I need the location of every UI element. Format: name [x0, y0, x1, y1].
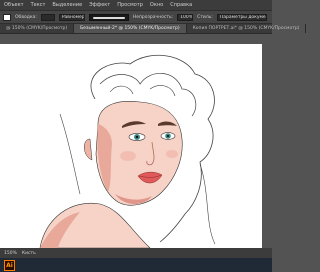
- canvas-area[interactable]: [0, 34, 272, 248]
- tab-doc-2[interactable]: Безымянный-2* @ 150% (CMYK/Просмотр): [74, 24, 187, 33]
- opacity-field[interactable]: 100%: [177, 13, 194, 21]
- fill-swatch[interactable]: [3, 13, 11, 21]
- taskbar: [0, 258, 272, 272]
- document-setup-button[interactable]: Параметры документа: [216, 13, 267, 21]
- document-tabs: @ 150% (CMYK/Просмотр) Безымянный-2* @ 1…: [0, 24, 307, 34]
- current-tool: Кисть: [21, 250, 36, 256]
- menu-item-object[interactable]: Объект: [4, 2, 24, 8]
- zoom-level[interactable]: 150%: [4, 251, 17, 256]
- tab-doc-1[interactable]: @ 150% (CMYK/Просмотр): [0, 24, 75, 33]
- menu-item-help[interactable]: Справка: [170, 2, 192, 8]
- status-bar: 150% Кисть: [0, 248, 272, 258]
- control-bar: Обводка: Равномерный Непрозрачность: 100…: [0, 10, 272, 24]
- brush-preview[interactable]: [88, 13, 129, 21]
- stroke-profile-select[interactable]: Равномерный: [58, 13, 85, 21]
- tab-doc-3[interactable]: Копия ПОРТРЕТ.ai* @ 150% (CMYK/Просмотр): [187, 24, 307, 33]
- menu-item-text[interactable]: Текст: [31, 2, 46, 8]
- menu-item-view[interactable]: Просмотр: [117, 2, 143, 8]
- artboard[interactable]: [0, 44, 262, 248]
- style-label[interactable]: Стиль:: [197, 15, 213, 20]
- opacity-label: Непрозрачность:: [132, 14, 174, 20]
- portrait-artwork: [39, 54, 216, 248]
- menu-item-effect[interactable]: Эффект: [89, 2, 110, 8]
- illustrator-app-icon[interactable]: Ai: [4, 260, 15, 271]
- menu-item-select[interactable]: Выделение: [52, 2, 82, 8]
- menu-item-window[interactable]: Окно: [150, 2, 163, 8]
- stroke-weight-field[interactable]: [40, 13, 55, 21]
- ear-shape: [84, 138, 93, 161]
- stroke-label: Обводка:: [15, 14, 37, 20]
- menu-bar: Объект Текст Выделение Эффект Просмотр О…: [0, 0, 272, 10]
